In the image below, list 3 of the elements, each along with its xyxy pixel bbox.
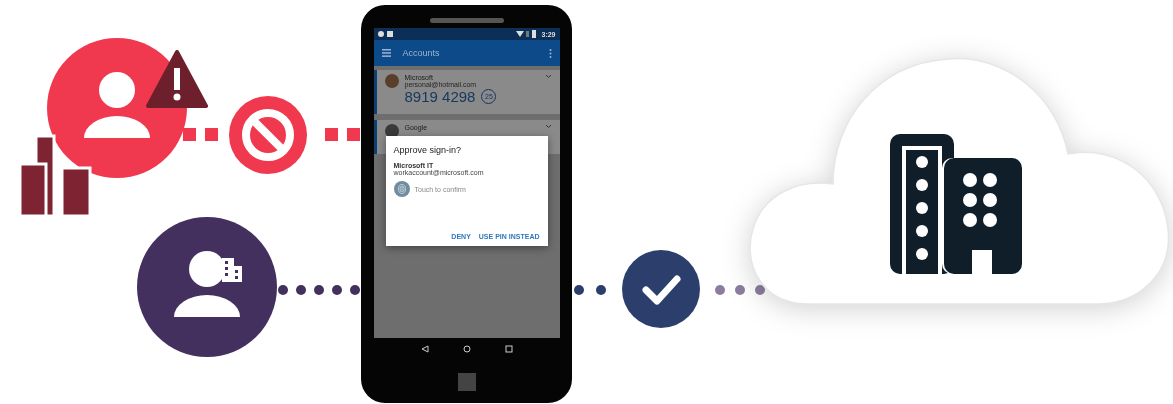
verification-code: 8919 4298 — [404, 88, 476, 105]
dialog-title: Approve sign-in? — [393, 145, 463, 155]
app-title: Accounts — [402, 48, 441, 58]
